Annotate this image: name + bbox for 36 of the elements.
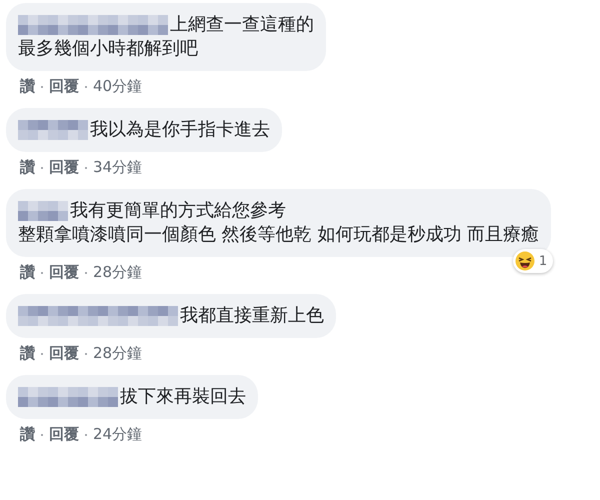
blurred-name-drawing (18, 201, 68, 221)
separator-dot (85, 434, 87, 436)
like-link[interactable]: 讚 (20, 158, 35, 177)
reply-link[interactable]: 回覆 (49, 263, 79, 282)
reply-link[interactable]: 回覆 (49, 158, 79, 177)
comment-text: 上網查一查這種的 (170, 13, 314, 37)
comment-text: 我以為是你手指卡進去 (90, 118, 270, 142)
reply-link[interactable]: 回覆 (49, 425, 79, 444)
laughing-emoji-icon (514, 251, 535, 271)
timestamp-link[interactable]: 28分鐘 (93, 344, 142, 363)
like-link[interactable]: 讚 (20, 263, 35, 282)
separator-dot (41, 86, 43, 88)
blurred-name-drawing (18, 120, 88, 140)
reply-link[interactable]: 回覆 (49, 344, 79, 363)
comment-text: 最多幾個小時都解到吧 (18, 37, 199, 61)
comment-text: 我都直接重新上色 (180, 304, 324, 328)
comment-text: 我有更簡單的方式給您參考 (70, 199, 286, 223)
like-link[interactable]: 讚 (20, 77, 35, 96)
reply-link[interactable]: 回覆 (49, 77, 79, 96)
like-link[interactable]: 讚 (20, 425, 35, 444)
comment-text: 整顆拿噴漆噴同一個顏色 然後等他乾 如何玩都是秒成功 而且療癒 (18, 223, 540, 247)
timestamp-link[interactable]: 34分鐘 (93, 158, 142, 177)
timestamp-link[interactable]: 24分鐘 (93, 425, 142, 444)
separator-dot (85, 272, 87, 274)
separator-dot (85, 166, 87, 168)
like-link[interactable]: 讚 (20, 344, 35, 363)
separator-dot (41, 272, 43, 274)
timestamp-link[interactable]: 40分鐘 (93, 77, 142, 96)
comment-text: 拔下來再裝回去 (120, 385, 246, 409)
separator-dot (41, 166, 43, 168)
separator-dot (85, 352, 87, 354)
timestamp-link[interactable]: 28分鐘 (93, 263, 142, 282)
separator-dot (41, 352, 43, 354)
reaction-badge[interactable]: 1 (512, 249, 554, 273)
separator-dot (41, 434, 43, 436)
separator-dot (85, 86, 87, 88)
